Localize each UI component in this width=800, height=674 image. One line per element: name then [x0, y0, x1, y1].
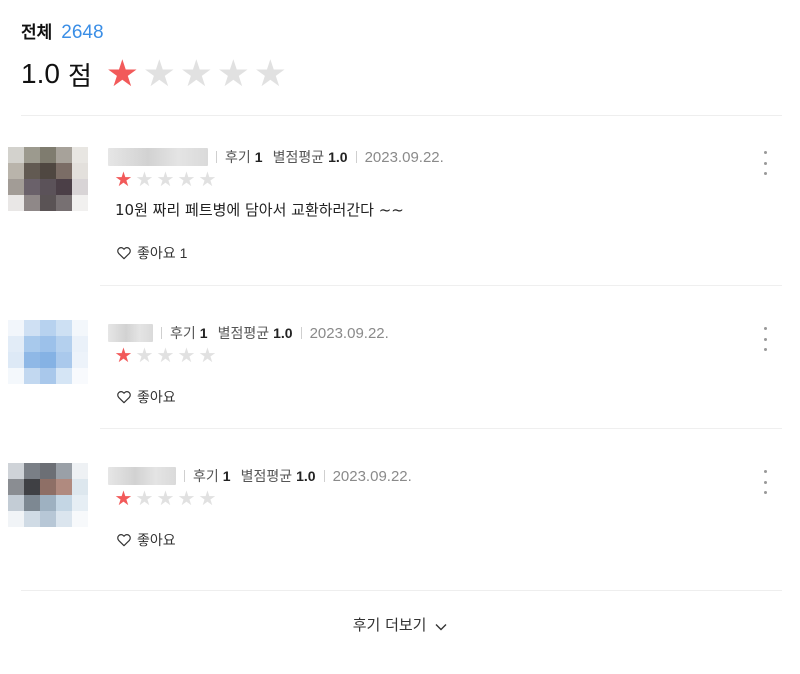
average-value: 1.0: [328, 149, 348, 165]
review-count-label: 후기: [193, 469, 219, 485]
review-rating-stars: ★ ★ ★ ★ ★: [113, 167, 218, 191]
like-button[interactable]: 좋아요: [116, 530, 176, 550]
more-options-icon[interactable]: [760, 327, 770, 351]
star-icon: ★: [179, 52, 213, 95]
total-label: 전체: [21, 23, 53, 43]
heart-icon: [117, 247, 131, 260]
avatar: [8, 463, 88, 527]
star-icon: ★: [105, 52, 139, 95]
like-label: 좋아요: [137, 533, 176, 549]
star-icon: ★: [156, 167, 175, 191]
star-icon: ★: [156, 486, 175, 510]
review-count: 1: [199, 325, 208, 341]
review-content: 10원 짜리 페트병에 담아서 교환하러간다 ~~: [115, 201, 404, 219]
star-icon: ★: [114, 486, 133, 510]
average-score: 1.0: [21, 58, 60, 89]
separator: [323, 470, 325, 482]
like-label: 좋아요: [137, 390, 176, 406]
like-button[interactable]: 좋아요: [116, 387, 176, 407]
score-unit: 점: [67, 61, 92, 92]
star-icon: ★: [198, 486, 217, 510]
nickname-blurred[interactable]: [108, 148, 208, 166]
review-count: 1: [222, 468, 231, 484]
star-icon: ★: [114, 167, 133, 191]
star-icon: ★: [135, 343, 154, 367]
list-bottom-divider: [21, 590, 782, 591]
load-more-button[interactable]: 후기 더보기: [0, 614, 800, 635]
star-icon: ★: [177, 343, 196, 367]
review-count-label: 후기: [170, 326, 196, 342]
total-count: 2648: [61, 22, 104, 43]
star-icon: ★: [114, 343, 133, 367]
star-icon: ★: [198, 167, 217, 191]
review-divider: [100, 285, 782, 286]
more-options-icon[interactable]: [760, 470, 770, 494]
more-options-icon[interactable]: [760, 151, 770, 175]
review-item: 후기 1 별점평균 1.0 2023.09.22. ★ ★ ★ ★ ★ 좋아요: [0, 320, 800, 465]
review-meta: 후기 1 별점평균 1.0 2023.09.22.: [108, 466, 412, 486]
avatar: [8, 147, 88, 211]
summary-divider: [21, 115, 782, 116]
star-icon: ★: [177, 167, 196, 191]
star-icon: ★: [198, 343, 217, 367]
star-icon: ★: [253, 52, 287, 95]
chevron-down-icon: [435, 617, 447, 635]
review-count: 1: [254, 149, 263, 165]
load-more-label: 후기 더보기: [352, 616, 427, 634]
average-label: 별점평균: [240, 469, 293, 485]
average-rating-stars: ★ ★ ★ ★ ★: [104, 54, 289, 94]
review-date: 2023.09.22.: [309, 324, 389, 342]
heart-icon: [117, 534, 131, 547]
review-meta: 후기 1 별점평균 1.0 2023.09.22.: [108, 147, 444, 167]
review-count-label: 후기: [225, 150, 251, 166]
review-item: 후기 1 별점평균 1.0 2023.09.22. ★ ★ ★ ★ ★ 좋아요: [0, 463, 800, 608]
review-date: 2023.09.22.: [332, 467, 412, 485]
star-icon: ★: [177, 486, 196, 510]
star-icon: ★: [216, 52, 250, 95]
review-rating-stars: ★ ★ ★ ★ ★: [113, 343, 218, 367]
review-summary: 전체 2648 1.0 점 ★ ★ ★ ★ ★: [21, 18, 289, 94]
review-rating-stars: ★ ★ ★ ★ ★: [113, 486, 218, 510]
average-value: 1.0: [296, 468, 316, 484]
star-icon: ★: [142, 52, 176, 95]
separator: [216, 151, 217, 163]
separator: [355, 151, 357, 163]
review-date: 2023.09.22.: [364, 148, 444, 166]
star-icon: ★: [156, 343, 175, 367]
star-icon: ★: [135, 486, 154, 510]
nickname-blurred[interactable]: [108, 467, 176, 485]
heart-icon: [117, 391, 131, 404]
review-meta: 후기 1 별점평균 1.0 2023.09.22.: [108, 323, 389, 343]
total-row: 전체 2648: [21, 18, 289, 44]
average-label: 별점평균: [217, 326, 270, 342]
like-button[interactable]: 좋아요 1: [116, 243, 187, 263]
like-count: 1: [179, 245, 188, 261]
separator: [184, 470, 185, 482]
average-value: 1.0: [273, 325, 293, 341]
avatar: [8, 320, 88, 384]
separator: [161, 327, 162, 339]
average-score-row: 1.0 점 ★ ★ ★ ★ ★: [21, 54, 289, 94]
star-icon: ★: [135, 167, 154, 191]
review-item: 후기 1 별점평균 1.0 2023.09.22. ★ ★ ★ ★ ★ 10원 …: [0, 147, 800, 289]
separator: [300, 327, 302, 339]
nickname-blurred[interactable]: [108, 324, 153, 342]
like-label: 좋아요: [137, 246, 176, 262]
average-label: 별점평균: [272, 150, 325, 166]
review-divider: [100, 428, 782, 429]
